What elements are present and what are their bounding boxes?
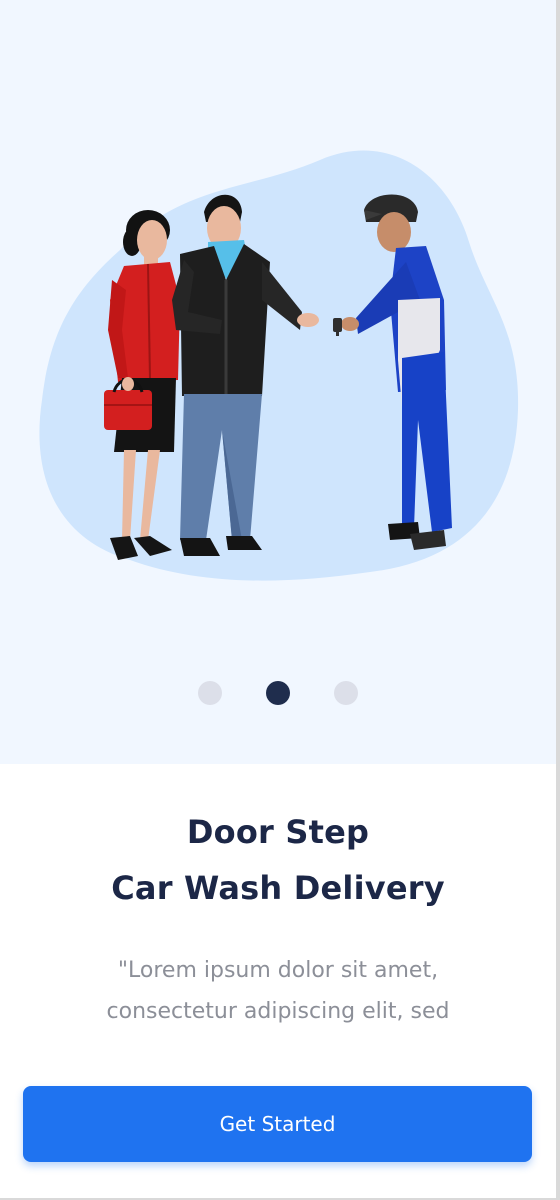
pagination-dots: [0, 681, 556, 705]
pagination-dot-1[interactable]: [198, 681, 222, 705]
title-line-2: Car Wash Delivery: [111, 869, 445, 907]
car-key-handover-illustration: [39, 150, 519, 581]
get-started-button[interactable]: Get Started: [23, 1086, 532, 1162]
title-line-1: Door Step: [186, 813, 370, 851]
description-line-2: consectetur adipiscing elit, sed: [106, 999, 450, 1024]
description-line-1: "Lorem ipsum dolor sit amet,: [117, 958, 439, 983]
pagination-dot-2-active[interactable]: [266, 681, 290, 705]
onboarding-description: "Lorem ipsum dolor sit amet, consectetur…: [0, 950, 556, 1032]
onboarding-title: Door Step Car Wash Delivery: [0, 804, 556, 916]
hero-panel: [0, 0, 556, 764]
right-border: [556, 0, 560, 1200]
pagination-dot-3[interactable]: [334, 681, 358, 705]
